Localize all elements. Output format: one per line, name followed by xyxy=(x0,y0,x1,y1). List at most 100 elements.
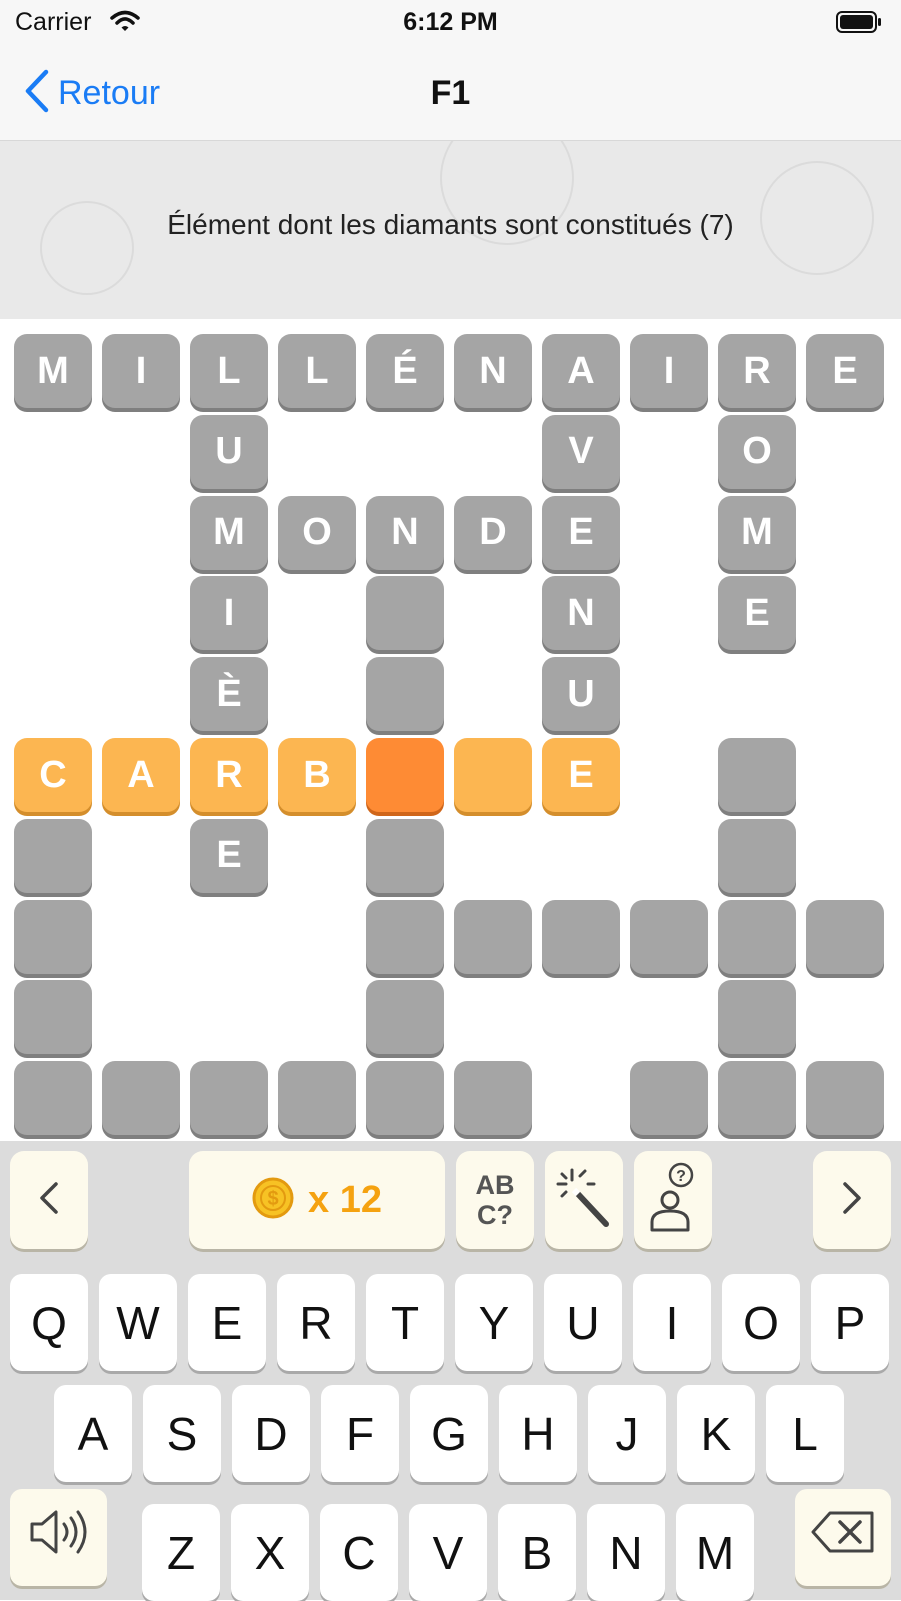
key-l[interactable]: L xyxy=(766,1385,844,1482)
key-n[interactable]: N xyxy=(587,1504,665,1601)
grid-cell[interactable] xyxy=(14,980,92,1055)
grid-cell[interactable]: M xyxy=(718,495,796,570)
grid-cell[interactable]: M xyxy=(190,495,268,570)
grid-cell[interactable]: I xyxy=(102,334,180,408)
key-t[interactable]: T xyxy=(366,1274,444,1371)
grid-cell[interactable] xyxy=(278,1061,356,1136)
grid-cell[interactable]: V xyxy=(542,414,620,489)
key-o[interactable]: O xyxy=(722,1274,800,1371)
svg-text:$: $ xyxy=(267,1188,278,1210)
grid-cell[interactable] xyxy=(806,1061,884,1136)
key-b[interactable]: B xyxy=(498,1504,576,1601)
key-g[interactable]: G xyxy=(410,1385,488,1482)
grid-cell[interactable] xyxy=(718,738,796,812)
grid-cell[interactable]: E xyxy=(542,495,620,570)
grid-cell[interactable] xyxy=(366,980,444,1055)
grid-cell[interactable]: C xyxy=(14,738,92,812)
grid-cell[interactable] xyxy=(190,1061,268,1136)
grid-cell[interactable] xyxy=(542,899,620,974)
grid-cell[interactable]: E xyxy=(806,334,884,408)
grid-cell[interactable] xyxy=(630,899,708,974)
grid-cell[interactable] xyxy=(454,1061,532,1136)
grid-cell[interactable]: È xyxy=(190,657,268,732)
grid-cell[interactable]: M xyxy=(14,334,92,408)
previous-word-button[interactable] xyxy=(10,1151,88,1249)
grid-cell[interactable]: I xyxy=(190,576,268,651)
key-x[interactable]: X xyxy=(231,1504,309,1601)
key-p[interactable]: P xyxy=(811,1274,889,1371)
grid-cell[interactable] xyxy=(718,1061,796,1136)
grid-cell[interactable] xyxy=(718,980,796,1055)
grid-cell[interactable]: D xyxy=(454,495,532,570)
clue-text: Élément dont les diamants sont constitué… xyxy=(167,209,734,240)
grid-cell[interactable] xyxy=(806,899,884,974)
key-y[interactable]: Y xyxy=(455,1274,533,1371)
key-v[interactable]: V xyxy=(409,1504,487,1601)
magic-wand-icon xyxy=(554,1166,614,1235)
grid-cell[interactable] xyxy=(366,818,444,893)
key-m[interactable]: M xyxy=(676,1504,754,1601)
grid-cell[interactable]: O xyxy=(718,414,796,489)
grid-cell[interactable]: L xyxy=(190,334,268,408)
grid-cell[interactable]: A xyxy=(102,738,180,812)
magic-wand-button[interactable] xyxy=(545,1151,623,1249)
grid-cell[interactable]: L xyxy=(278,334,356,408)
sound-toggle-button[interactable] xyxy=(10,1489,107,1586)
hint-toolbar: $ x 12 AB C? ? xyxy=(0,1141,901,1263)
grid-cell[interactable]: A xyxy=(542,334,620,408)
grid-cell[interactable]: N xyxy=(366,495,444,570)
grid-cell[interactable]: O xyxy=(278,495,356,570)
key-c[interactable]: C xyxy=(320,1504,398,1601)
chevron-right-icon xyxy=(839,1178,865,1223)
key-q[interactable]: Q xyxy=(10,1274,88,1371)
grid-cell[interactable] xyxy=(718,899,796,974)
grid-cell[interactable] xyxy=(366,576,444,651)
grid-cell[interactable] xyxy=(14,899,92,974)
grid-cell[interactable] xyxy=(454,899,532,974)
key-s[interactable]: S xyxy=(143,1385,221,1482)
next-word-button[interactable] xyxy=(813,1151,891,1249)
grid-cell[interactable]: U xyxy=(190,414,268,489)
backspace-button[interactable] xyxy=(795,1489,891,1586)
grid-cell[interactable]: E xyxy=(542,738,620,812)
ask-friend-button[interactable]: ? xyxy=(634,1151,712,1249)
grid-cell[interactable] xyxy=(630,1061,708,1136)
grid-cell[interactable]: R xyxy=(190,738,268,812)
grid-cell[interactable]: N xyxy=(542,576,620,651)
key-k[interactable]: K xyxy=(677,1385,755,1482)
grid-cell[interactable] xyxy=(102,1061,180,1136)
grid-cell[interactable]: U xyxy=(542,657,620,732)
chevron-left-icon xyxy=(36,1178,62,1223)
grid-cell[interactable]: E xyxy=(718,576,796,651)
grid-cell[interactable] xyxy=(366,1061,444,1136)
grid-cell[interactable] xyxy=(14,818,92,893)
grid-cell[interactable] xyxy=(454,738,532,812)
key-z[interactable]: Z xyxy=(142,1504,220,1601)
grid-cell[interactable]: N xyxy=(454,334,532,408)
grid-cell[interactable] xyxy=(366,738,444,812)
grid-cell[interactable] xyxy=(366,657,444,732)
coin-icon: $ xyxy=(252,1177,294,1224)
battery-icon xyxy=(836,11,882,33)
grid-cell[interactable]: É xyxy=(366,334,444,408)
coin-count: x 12 xyxy=(308,1178,382,1221)
key-h[interactable]: H xyxy=(499,1385,577,1482)
grid-cell[interactable]: B xyxy=(278,738,356,812)
key-f[interactable]: F xyxy=(321,1385,399,1482)
reveal-letter-button[interactable]: AB C? xyxy=(456,1151,534,1249)
grid-cell[interactable] xyxy=(366,899,444,974)
key-j[interactable]: J xyxy=(588,1385,666,1482)
key-w[interactable]: W xyxy=(99,1274,177,1371)
grid-cell[interactable] xyxy=(14,1061,92,1136)
key-d[interactable]: D xyxy=(232,1385,310,1482)
key-a[interactable]: A xyxy=(54,1385,132,1482)
key-i[interactable]: I xyxy=(633,1274,711,1371)
coin-balance-button[interactable]: $ x 12 xyxy=(189,1151,445,1249)
key-u[interactable]: U xyxy=(544,1274,622,1371)
grid-cell[interactable]: R xyxy=(718,334,796,408)
key-e[interactable]: E xyxy=(188,1274,266,1371)
key-r[interactable]: R xyxy=(277,1274,355,1371)
grid-cell[interactable] xyxy=(718,818,796,893)
grid-cell[interactable]: I xyxy=(630,334,708,408)
grid-cell[interactable]: E xyxy=(190,818,268,893)
